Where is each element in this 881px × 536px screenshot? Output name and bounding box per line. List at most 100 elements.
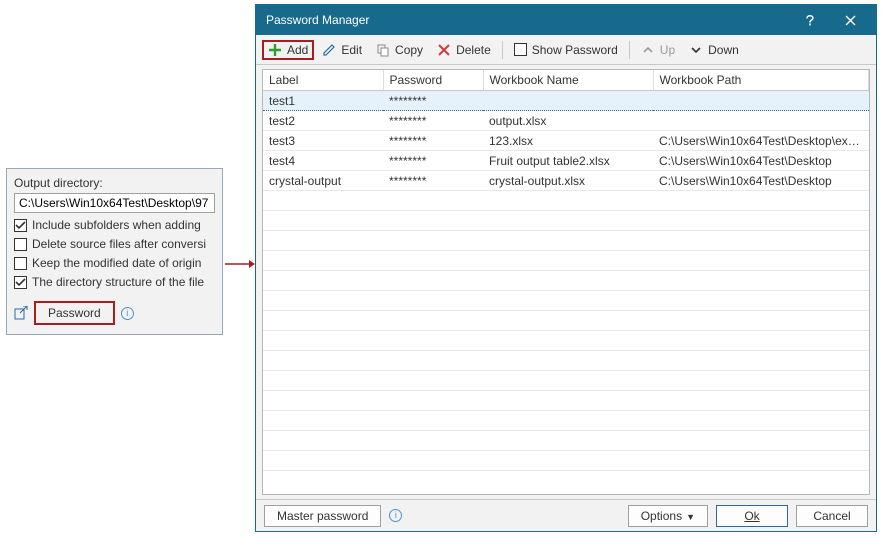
check-label: Delete source files after conversi: [32, 237, 206, 251]
cell-workbook-path: C:\Users\Win10x64Test\Desktop\export...: [653, 131, 869, 151]
check-label: Include subfolders when adding: [32, 218, 201, 232]
cell-workbook-path: C:\Users\Win10x64Test\Desktop: [653, 171, 869, 191]
col-label[interactable]: Label: [263, 70, 383, 91]
down-label: Down: [708, 43, 739, 57]
checkbox-group: Include subfolders when adding Delete so…: [14, 218, 215, 289]
help-button[interactable]: [790, 5, 830, 35]
table-row[interactable]: test2********output.xlsx: [263, 111, 869, 131]
show-password-toggle[interactable]: Show Password: [508, 40, 624, 60]
checkbox-icon: [14, 238, 27, 251]
options-button[interactable]: Options ▼: [628, 505, 708, 527]
info-icon[interactable]: i: [121, 307, 134, 320]
show-password-label: Show Password: [532, 43, 618, 57]
password-grid[interactable]: Label Password Workbook Name Workbook Pa…: [262, 69, 870, 495]
edit-button[interactable]: Edit: [316, 40, 368, 60]
check-include-subfolders[interactable]: Include subfolders when adding: [14, 218, 215, 232]
checkbox-icon: [14, 219, 27, 232]
options-label: Options: [641, 509, 682, 523]
table-row-empty[interactable]: [263, 251, 869, 271]
cell-label: test2: [263, 111, 383, 131]
add-label: Add: [287, 43, 308, 57]
table-row-empty[interactable]: [263, 451, 869, 471]
cell-workbook-name: crystal-output.xlsx: [483, 171, 653, 191]
table-row-empty[interactable]: [263, 431, 869, 451]
table-row[interactable]: crystal-output********crystal-output.xls…: [263, 171, 869, 191]
chevron-down-icon: [689, 43, 703, 57]
separator: [502, 41, 503, 59]
ok-button[interactable]: Ok: [716, 505, 788, 527]
checkbox-icon: [14, 276, 27, 289]
cell-password: ********: [383, 171, 483, 191]
table-row-empty[interactable]: [263, 331, 869, 351]
close-button[interactable]: [830, 5, 870, 35]
output-directory-field[interactable]: [14, 193, 215, 213]
cell-label: test3: [263, 131, 383, 151]
cell-label: crystal-output: [263, 171, 383, 191]
table-row[interactable]: test1********: [263, 91, 869, 111]
table-row-empty[interactable]: [263, 411, 869, 431]
info-icon[interactable]: i: [389, 509, 402, 522]
cell-label: test4: [263, 151, 383, 171]
edit-label: Edit: [341, 43, 362, 57]
table-row-empty[interactable]: [263, 351, 869, 371]
table-row[interactable]: test4********Fruit output table2.xlsxC:\…: [263, 151, 869, 171]
dialog-title: Password Manager: [266, 13, 790, 27]
table-row[interactable]: test3********123.xlsxC:\Users\Win10x64Te…: [263, 131, 869, 151]
cell-workbook-name: output.xlsx: [483, 111, 653, 131]
up-button[interactable]: Up: [635, 40, 681, 60]
master-password-button[interactable]: Master password: [264, 505, 381, 527]
cell-password: ********: [383, 131, 483, 151]
chevron-up-icon: [641, 43, 655, 57]
delete-button[interactable]: Delete: [431, 40, 497, 60]
toolbar: Add Edit Copy Delete Show Password Up Do…: [256, 35, 876, 65]
table-row-empty[interactable]: [263, 371, 869, 391]
table-row-empty[interactable]: [263, 211, 869, 231]
check-label: Keep the modified date of origin: [32, 256, 201, 270]
arrow-icon: [225, 258, 255, 270]
cell-workbook-path: [653, 91, 869, 111]
cell-label: test1: [263, 91, 383, 111]
check-delete-source[interactable]: Delete source files after conversi: [14, 237, 215, 251]
col-password[interactable]: Password: [383, 70, 483, 91]
delete-icon: [437, 43, 451, 57]
add-button[interactable]: Add: [262, 40, 314, 60]
chevron-down-icon: ▼: [686, 512, 695, 522]
table-row-empty[interactable]: [263, 311, 869, 331]
up-label: Up: [660, 43, 675, 57]
cell-workbook-name: [483, 91, 653, 111]
cell-password: ********: [383, 111, 483, 131]
separator: [629, 41, 630, 59]
cancel-button[interactable]: Cancel: [796, 505, 868, 527]
output-directory-label: Output directory:: [14, 176, 215, 190]
cell-password: ********: [383, 151, 483, 171]
checkbox-icon: [14, 257, 27, 270]
check-keep-date[interactable]: Keep the modified date of origin: [14, 256, 215, 270]
cell-workbook-name: Fruit output table2.xlsx: [483, 151, 653, 171]
table-row-empty[interactable]: [263, 231, 869, 251]
table-row-empty[interactable]: [263, 291, 869, 311]
table-row-empty[interactable]: [263, 271, 869, 291]
external-link-icon: [14, 306, 28, 320]
table-row-empty[interactable]: [263, 191, 869, 211]
copy-icon: [376, 43, 390, 57]
output-settings-panel: Output directory: Include subfolders whe…: [6, 168, 223, 335]
password-button[interactable]: Password: [34, 301, 115, 325]
cell-workbook-path: [653, 111, 869, 131]
cell-workbook-path: C:\Users\Win10x64Test\Desktop: [653, 151, 869, 171]
bottombar: Master password i Options ▼ Ok Cancel: [256, 499, 876, 531]
col-workbook-path[interactable]: Workbook Path: [653, 70, 869, 91]
pencil-icon: [322, 43, 336, 57]
titlebar[interactable]: Password Manager: [256, 5, 876, 35]
delete-label: Delete: [456, 43, 491, 57]
check-label: The directory structure of the file: [32, 275, 204, 289]
down-button[interactable]: Down: [683, 40, 745, 60]
copy-button[interactable]: Copy: [370, 40, 429, 60]
copy-label: Copy: [395, 43, 423, 57]
check-directory-structure[interactable]: The directory structure of the file: [14, 275, 215, 289]
table-row-empty[interactable]: [263, 391, 869, 411]
table-header-row: Label Password Workbook Name Workbook Pa…: [263, 70, 869, 91]
cell-workbook-name: 123.xlsx: [483, 131, 653, 151]
col-workbook-name[interactable]: Workbook Name: [483, 70, 653, 91]
plus-icon: [268, 43, 282, 57]
checkbox-icon: [514, 43, 527, 56]
